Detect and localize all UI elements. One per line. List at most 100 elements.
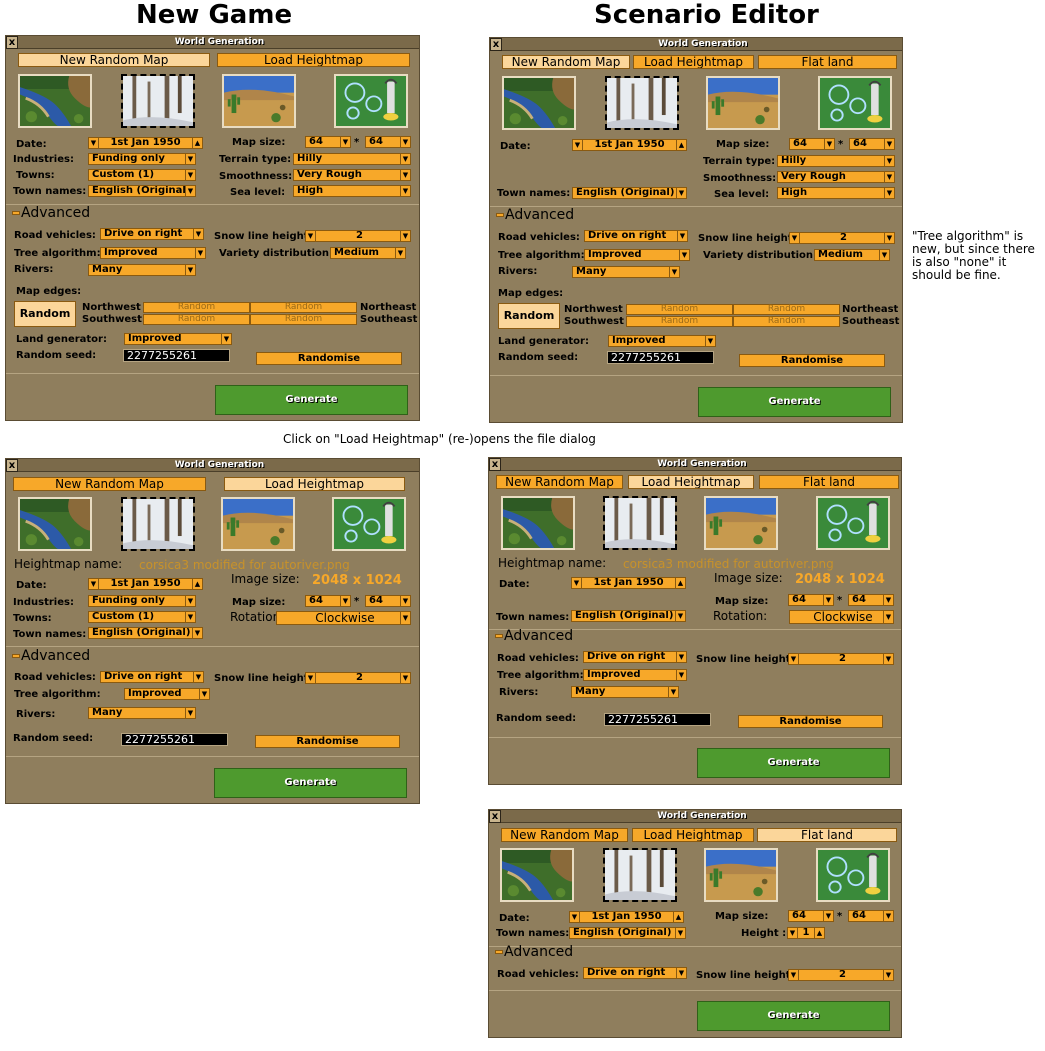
road-vehicles-dropdown[interactable]: Drive on right ▼ xyxy=(584,230,688,242)
rivers-dropdown[interactable]: Many ▼ xyxy=(572,266,680,278)
date-down-button[interactable]: ▼ xyxy=(569,911,580,923)
rivers-dropdown[interactable]: Many ▼ xyxy=(571,686,679,698)
tab-load-heightmap[interactable]: Load Heightmap xyxy=(628,475,754,489)
date-up-button[interactable]: ▲ xyxy=(675,577,686,589)
edge-northeast-button[interactable]: Random xyxy=(733,304,840,315)
tree-algorithm-dropdown[interactable]: Improved ▼ xyxy=(124,688,210,700)
randomise-button[interactable]: Randomise xyxy=(739,354,885,367)
land-generator-dropdown[interactable]: Improved ▼ xyxy=(608,335,716,347)
variety-distribution-dropdown[interactable]: Medium ▼ xyxy=(330,247,406,259)
rivers-dropdown[interactable]: Many ▼ xyxy=(88,264,196,276)
towns-dropdown[interactable]: Custom (1) ▼ xyxy=(88,169,196,181)
sea-level-dropdown[interactable]: High ▼ xyxy=(293,185,411,197)
title-bar[interactable]: x World Generation xyxy=(490,38,902,51)
close-icon[interactable]: x xyxy=(490,38,502,51)
tab-new-random-map[interactable]: New Random Map xyxy=(496,475,623,489)
tree-algorithm-dropdown[interactable]: Improved ▼ xyxy=(583,669,687,681)
toyland-climate-icon[interactable] xyxy=(334,74,408,128)
close-icon[interactable]: x xyxy=(6,36,18,49)
title-bar[interactable]: x World Generation xyxy=(489,458,901,471)
edge-southwest-button[interactable]: Random xyxy=(143,314,250,325)
toyland-climate-icon[interactable] xyxy=(816,848,890,902)
advanced-section-header[interactable]: Advanced xyxy=(496,208,574,222)
temperate-climate-icon[interactable] xyxy=(18,497,92,551)
date-up-button[interactable]: ▲ xyxy=(673,911,684,923)
tab-flat-land[interactable]: Flat land xyxy=(757,828,897,842)
height-down-button[interactable]: ▼ xyxy=(787,927,798,939)
sub-tropical-climate-icon[interactable] xyxy=(221,497,295,551)
sub-arctic-climate-icon[interactable] xyxy=(121,74,195,128)
toyland-climate-icon[interactable] xyxy=(818,76,892,130)
road-vehicles-dropdown[interactable]: Drive on right ▼ xyxy=(100,228,204,240)
road-vehicles-dropdown[interactable]: Drive on right ▼ xyxy=(100,671,204,683)
snow-line-height-stepper[interactable]: ▼ 2 ▼ xyxy=(789,232,895,244)
terrain-type-dropdown[interactable]: Hilly ▼ xyxy=(293,153,411,165)
chevron-down-icon[interactable]: ▼ xyxy=(789,970,799,980)
chevron-down-icon[interactable]: ▼ xyxy=(789,654,799,664)
temperate-climate-icon[interactable] xyxy=(18,74,92,128)
date-up-button[interactable]: ▲ xyxy=(192,137,203,149)
date-up-button[interactable]: ▲ xyxy=(676,139,687,151)
toyland-climate-icon[interactable] xyxy=(816,496,890,550)
sub-tropical-climate-icon[interactable] xyxy=(704,496,778,550)
map-edges-random-button[interactable]: Random xyxy=(14,301,76,327)
road-vehicles-dropdown[interactable]: Drive on right ▼ xyxy=(583,651,687,663)
town-names-dropdown[interactable]: English (Original) ▼ xyxy=(571,610,686,622)
title-bar[interactable]: x World Generation xyxy=(489,810,901,823)
date-down-button[interactable]: ▼ xyxy=(572,139,583,151)
generate-button[interactable]: Generate xyxy=(215,385,408,415)
random-seed-input[interactable]: 2277255261 xyxy=(123,349,230,362)
rivers-dropdown[interactable]: Many ▼ xyxy=(88,707,196,719)
date-down-button[interactable]: ▼ xyxy=(571,577,582,589)
tab-load-heightmap[interactable]: Load Heightmap xyxy=(217,53,410,67)
tab-load-heightmap[interactable]: Load Heightmap xyxy=(633,55,754,69)
tab-load-heightmap[interactable]: Load Heightmap xyxy=(632,828,754,842)
toyland-climate-icon[interactable] xyxy=(332,497,406,551)
randomise-button[interactable]: Randomise xyxy=(255,735,400,748)
sub-tropical-climate-icon[interactable] xyxy=(704,848,778,902)
map-size-x-dropdown[interactable]: 64 ▼ xyxy=(788,910,834,922)
date-down-button[interactable]: ▼ xyxy=(88,137,99,149)
advanced-section-header[interactable]: Advanced xyxy=(495,629,573,643)
tab-new-random-map[interactable]: New Random Map xyxy=(18,53,210,67)
industries-dropdown[interactable]: Funding only ▼ xyxy=(88,153,196,165)
town-names-dropdown[interactable]: English (Original) ▼ xyxy=(88,627,203,639)
chevron-down-icon[interactable]: ▼ xyxy=(306,673,316,683)
terrain-type-dropdown[interactable]: Hilly ▼ xyxy=(777,155,895,167)
close-icon[interactable]: x xyxy=(489,458,501,471)
town-names-dropdown[interactable]: English (Original) ▼ xyxy=(88,185,196,197)
generate-button[interactable]: Generate xyxy=(214,768,407,798)
tab-new-random-map[interactable]: New Random Map xyxy=(501,828,628,842)
map-size-y-dropdown[interactable]: 64 ▼ xyxy=(365,595,411,607)
snow-line-height-stepper[interactable]: ▼ 2 ▼ xyxy=(305,230,411,242)
chevron-down-icon[interactable]: ▼ xyxy=(306,231,316,241)
random-seed-input[interactable]: 2277255261 xyxy=(121,733,228,746)
date-up-button[interactable]: ▲ xyxy=(192,578,203,590)
edge-southeast-button[interactable]: Random xyxy=(250,314,357,325)
edge-northeast-button[interactable]: Random xyxy=(250,302,357,313)
sub-tropical-climate-icon[interactable] xyxy=(706,76,780,130)
sub-arctic-climate-icon[interactable] xyxy=(603,496,677,550)
tab-new-random-map[interactable]: New Random Map xyxy=(502,55,630,69)
snow-line-height-stepper[interactable]: ▼ 2 ▼ xyxy=(305,672,411,684)
sub-arctic-climate-icon[interactable] xyxy=(605,76,679,130)
snow-line-height-stepper[interactable]: ▼ 2 ▼ xyxy=(788,653,894,665)
title-bar[interactable]: x World Generation xyxy=(6,459,419,472)
close-icon[interactable]: x xyxy=(489,810,501,823)
temperate-climate-icon[interactable] xyxy=(500,848,574,902)
smoothness-dropdown[interactable]: Very Rough ▼ xyxy=(293,169,411,181)
town-names-dropdown[interactable]: English (Original) ▼ xyxy=(572,187,687,199)
generate-button[interactable]: Generate xyxy=(698,387,891,417)
variety-distribution-dropdown[interactable]: Medium ▼ xyxy=(814,249,890,261)
edge-southeast-button[interactable]: Random xyxy=(733,316,840,327)
map-size-x-dropdown[interactable]: 64 ▼ xyxy=(305,595,351,607)
chevron-down-icon[interactable]: ▼ xyxy=(790,233,800,243)
road-vehicles-dropdown[interactable]: Drive on right ▼ xyxy=(583,967,687,979)
random-seed-input[interactable]: 2277255261 xyxy=(607,351,714,364)
tree-algorithm-dropdown[interactable]: Improved ▼ xyxy=(100,247,206,259)
industries-dropdown[interactable]: Funding only ▼ xyxy=(88,595,196,607)
randomise-button[interactable]: Randomise xyxy=(256,352,402,365)
generate-button[interactable]: Generate xyxy=(697,748,890,778)
title-bar[interactable]: x World Generation xyxy=(6,36,419,49)
sub-arctic-climate-icon[interactable] xyxy=(603,848,677,902)
